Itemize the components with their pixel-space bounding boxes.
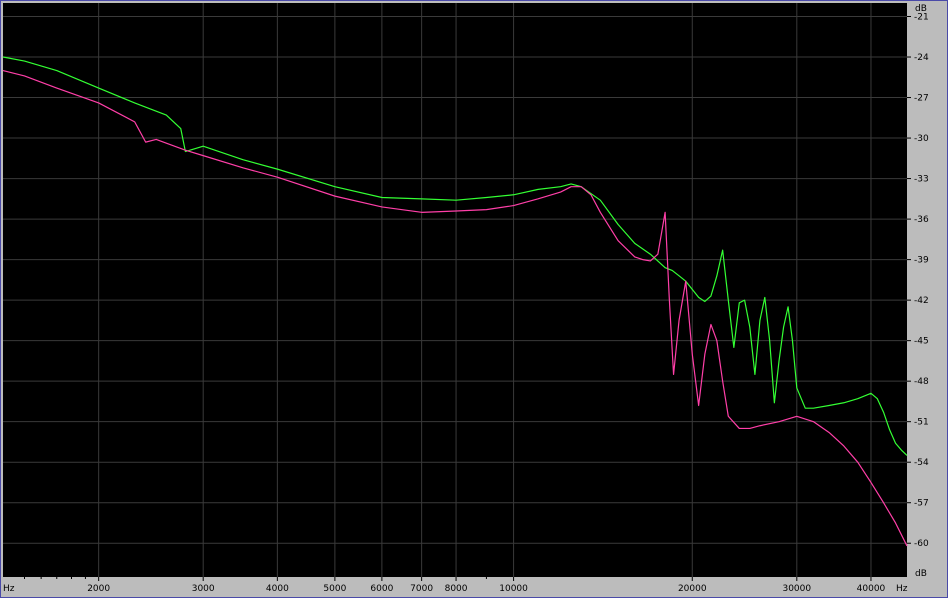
x-tick-label: 7000 — [410, 584, 433, 594]
spectrum-analyzer-window: -21 -24 -27 -30 -33 -36 -39 -42 -45 -48 -51 -54 -57 -… — [0, 0, 948, 598]
y-tick-label: -33 — [914, 175, 929, 185]
x-tick-label: 8000 — [445, 584, 468, 594]
x-tick-label: 10000 — [499, 584, 528, 594]
x-tick-label: 5000 — [323, 584, 346, 594]
y-tick-label: -30 — [914, 134, 929, 144]
y-tick-label: -45 — [914, 337, 929, 347]
y-tick-label: -60 — [914, 539, 929, 549]
x-axis-unit-left: Hz — [3, 584, 15, 594]
y-tick-label: -27 — [914, 94, 929, 104]
y-tick-label: -51 — [914, 418, 929, 428]
y-tick-label: -48 — [914, 377, 929, 387]
y-tick-label: -42 — [914, 296, 929, 306]
y-tick-label: -36 — [914, 215, 929, 225]
y-tick-label: -21 — [914, 13, 929, 23]
right-axis-panel — [907, 3, 948, 577]
y-tick-label: -54 — [914, 458, 929, 468]
plot-area[interactable] — [3, 3, 907, 577]
x-tick-label: 4000 — [266, 584, 289, 594]
y-tick-label: -24 — [914, 53, 929, 63]
x-axis-unit-right: Hz — [896, 584, 908, 594]
y-tick-label: -39 — [914, 256, 929, 266]
x-tick-label: 2000 — [87, 584, 110, 594]
x-tick-label: 30000 — [782, 584, 811, 594]
y-axis-unit-bottom: dB — [915, 569, 927, 579]
frequency-spectrum-chart: -21 -24 -27 -30 -33 -36 -39 -42 -45 -48 -51 -54 -57 -… — [0, 0, 948, 598]
y-axis-unit-top: dB — [915, 4, 927, 14]
x-tick-label: 6000 — [370, 584, 393, 594]
x-tick-label: 40000 — [857, 584, 886, 594]
y-tick-label: -57 — [914, 499, 929, 509]
x-tick-label: 3000 — [192, 584, 215, 594]
x-tick-label: 20000 — [678, 584, 707, 594]
